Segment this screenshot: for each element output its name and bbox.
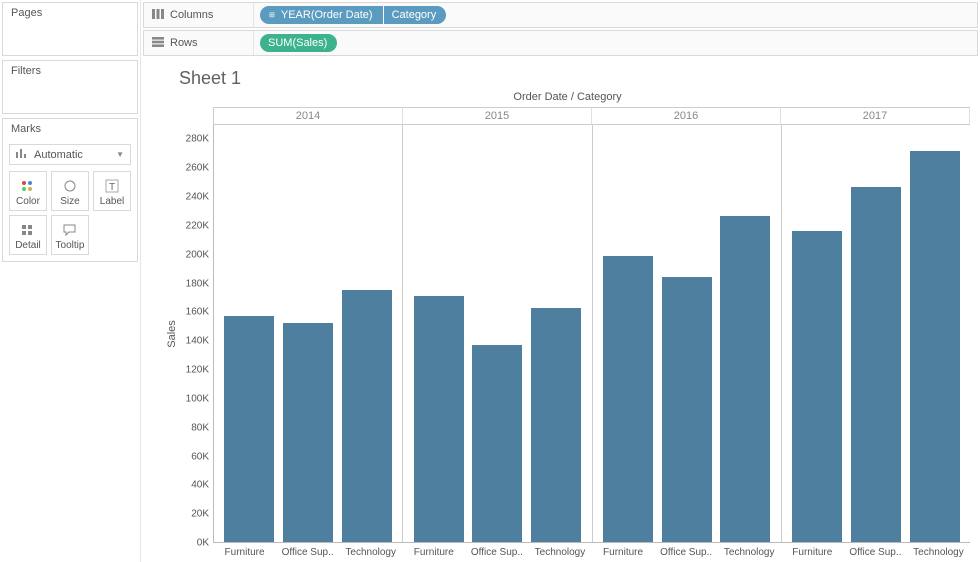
y-tick-label: 20K [191,509,209,520]
bar[interactable] [603,256,653,542]
marks-panel: Marks Automatic ▼ Color Size T Label Detail T… [2,118,138,262]
columns-shelf[interactable]: Columns ⊞ YEAR(Order Date) Category [143,2,978,28]
mark-btn-label: Color [16,196,40,207]
detail-btn[interactable]: Detail [9,215,47,255]
expand-icon: ⊞ [268,11,276,19]
bar[interactable] [342,290,392,542]
text-t-icon: T [104,178,120,194]
rows-shelf-label: Rows [170,37,198,49]
rows-shelf[interactable]: Rows SUM(Sales) [143,30,978,56]
chevron-down-icon: ▼ [116,150,124,159]
mark-btn-label: Label [100,196,124,207]
year-header[interactable]: 2015 [403,107,592,125]
rows-icon [152,37,164,50]
bar[interactable] [720,216,770,542]
category-label[interactable]: Furniture [402,543,465,558]
pill-label: Category [392,9,437,21]
category-label[interactable]: Technology [339,543,402,558]
category-label[interactable]: Technology [907,543,970,558]
bar[interactable] [283,323,333,542]
column-header-title: Order Date / Category [165,91,970,107]
y-tick-label: 0K [197,538,209,549]
category-label[interactable]: Office Sup.. [276,543,339,558]
sheet-title[interactable]: Sheet 1 [151,64,970,91]
y-tick-label: 200K [186,249,209,260]
category-label[interactable]: Office Sup.. [844,543,907,558]
bar[interactable] [910,151,960,542]
category-label[interactable]: Office Sup.. [465,543,528,558]
sheet-area: Sheet 1 Order Date / Category 2014201520… [141,58,980,562]
year-header[interactable]: 2016 [592,107,781,125]
marks-type-select[interactable]: Automatic ▼ [9,144,131,165]
year-group [782,125,970,542]
sum-sales-pill[interactable]: SUM(Sales) [260,34,337,52]
category-label[interactable]: Technology [718,543,781,558]
bar[interactable] [224,316,274,542]
y-tick-label: 280K [186,134,209,145]
category-label[interactable]: Furniture [592,543,655,558]
year-orderdate-pill[interactable]: ⊞ YEAR(Order Date) [260,6,383,24]
main-area: Columns ⊞ YEAR(Order Date) Category Rows S… [140,0,980,562]
label-btn[interactable]: T Label [93,171,131,211]
bar[interactable] [792,231,842,542]
left-sidebar: Pages Filters Marks Automatic ▼ Color Siz… [0,0,140,562]
y-tick-label: 140K [186,336,209,347]
bar[interactable] [851,187,901,542]
y-tick-label: 60K [191,451,209,462]
filters-panel: Filters [2,60,138,114]
bar[interactable] [472,345,522,542]
bar-chart-icon [16,148,28,161]
speech-icon [62,222,78,238]
size-circle-icon [62,178,78,194]
pages-panel-title: Pages [3,3,137,24]
y-tick-label: 220K [186,220,209,231]
y-axis-label: Sales [165,125,179,543]
bar[interactable] [662,277,712,542]
svg-text:T: T [109,182,115,193]
category-pill[interactable]: Category [384,6,447,24]
pages-panel: Pages [2,2,138,56]
year-group [403,125,592,542]
size-btn[interactable]: Size [51,171,89,211]
columns-icon [152,9,164,22]
pill-label: YEAR(Order Date) [281,9,373,21]
y-tick-label: 240K [186,192,209,203]
category-label[interactable]: Technology [528,543,591,558]
y-axis-ticks: 0K20K40K60K80K100K120K140K160K180K200K22… [179,125,213,543]
category-label[interactable]: Furniture [213,543,276,558]
y-tick-label: 160K [186,307,209,318]
columns-shelf-label: Columns [170,9,213,21]
category-label[interactable]: Furniture [781,543,844,558]
mark-btn-label: Tooltip [56,240,85,251]
pill-label: SUM(Sales) [268,37,327,49]
year-group [214,125,403,542]
y-tick-label: 260K [186,163,209,174]
y-tick-label: 180K [186,278,209,289]
mark-btn-label: Size [60,196,79,207]
filters-panel-title: Filters [3,61,137,82]
detail-grid-icon [20,222,36,238]
marks-panel-title: Marks [3,119,137,140]
chart-plot-area[interactable] [213,125,970,543]
category-label[interactable]: Office Sup.. [655,543,718,558]
y-tick-label: 100K [186,393,209,404]
bar[interactable] [414,296,464,542]
mark-btn-label: Detail [15,240,41,251]
year-group [593,125,782,542]
color-btn[interactable]: Color [9,171,47,211]
year-header[interactable]: 2014 [213,107,403,125]
year-header[interactable]: 2017 [781,107,970,125]
y-tick-label: 40K [191,480,209,491]
marks-type-label: Automatic [34,149,83,161]
color-dots-icon [20,178,36,194]
y-tick-label: 80K [191,422,209,433]
y-tick-label: 120K [186,365,209,376]
tooltip-btn[interactable]: Tooltip [51,215,89,255]
bar[interactable] [531,308,581,542]
